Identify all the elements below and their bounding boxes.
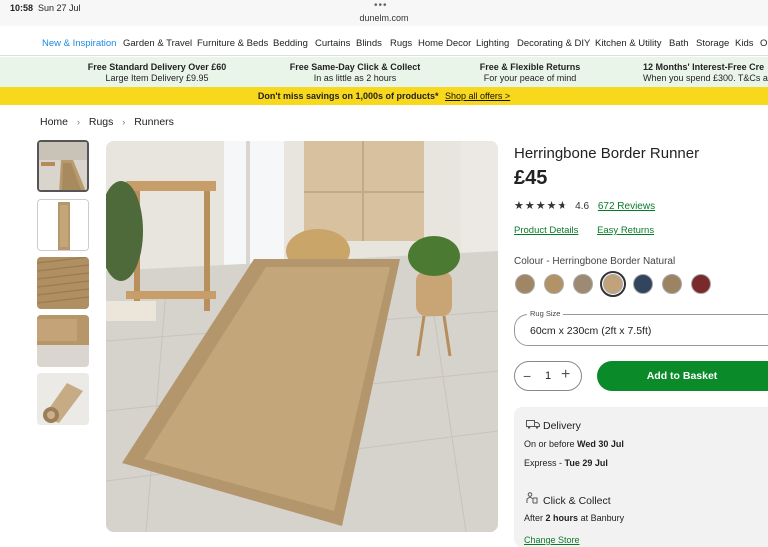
nav-item-storage[interactable]: Storage [696, 38, 729, 49]
nav-item-kitchen[interactable]: Kitchen & Utility [595, 38, 662, 49]
benefit-delivery[interactable]: Free Standard Delivery Over £60 Large It… [82, 62, 232, 84]
colour-swatch[interactable] [691, 274, 711, 294]
benefit-title: Free Same-Day Click & Collect [289, 62, 421, 72]
product-links: Product Details Easy Returns [514, 225, 670, 236]
product-details-link[interactable]: Product Details [514, 225, 578, 236]
minus-icon[interactable]: − [523, 368, 531, 384]
product-title: Herringbone Border Runner [514, 145, 700, 162]
rug-size-label: Rug Size [527, 309, 564, 318]
delivery-express-date: Tue 29 Jul [564, 458, 608, 468]
rug-size-value: 60cm x 230cm (2ft x 7.5ft) [530, 325, 652, 337]
colour-swatch[interactable] [515, 274, 535, 294]
nav-item-garden[interactable]: Garden & Travel [123, 38, 192, 49]
benefit-sub: In as little as 2 hours [313, 73, 397, 83]
nav-item-home-decor[interactable]: Home Decor [418, 38, 471, 49]
delivery-express: Express - Tue 29 Jul [524, 458, 608, 468]
colour-swatch[interactable] [573, 274, 593, 294]
delivery-standard-date: Wed 30 Jul [577, 439, 624, 449]
benefit-title: Free & Flexible Returns [479, 62, 581, 72]
cc-time: 2 hours [545, 513, 579, 523]
thumbnail-texture-image [37, 257, 89, 309]
rug-size-select[interactable]: Rug Size 60cm x 230cm (2ft x 7.5ft) [514, 309, 768, 346]
nav-item-curtains[interactable]: Curtains [315, 38, 350, 49]
benefit-click-collect[interactable]: Free Same-Day Click & Collect In as litt… [285, 62, 425, 84]
thumbnail-rolled[interactable] [37, 373, 89, 425]
nav-item-lighting[interactable]: Lighting [476, 38, 509, 49]
delivery-panel: Delivery On or before Wed 30 Jul Express… [514, 407, 768, 547]
truck-icon [526, 419, 540, 432]
benefit-sub: Large Item Delivery £9.95 [105, 73, 209, 83]
tab-dots[interactable]: ••• [374, 0, 388, 11]
cc-pre: After [524, 513, 544, 523]
quantity-value[interactable]: 1 [545, 370, 551, 382]
star-rating-icon: ★ ★ ★ ★ ★ ★ ★ ★ ★ ★ [514, 200, 569, 212]
thumbnail-corner[interactable] [37, 315, 89, 367]
breadcrumb-separator: › [122, 117, 126, 127]
reviews-link[interactable]: 672 Reviews [598, 201, 655, 212]
store-person-icon [526, 492, 540, 507]
delivery-express-pre: Express - [524, 458, 563, 468]
benefit-returns[interactable]: Free & Flexible Returns For your peace o… [470, 62, 590, 84]
colour-swatch[interactable] [544, 274, 564, 294]
breadcrumb-home[interactable]: Home [40, 116, 68, 128]
thumbnail-runner-image [38, 200, 88, 250]
nav-item-blinds[interactable]: Blinds [356, 38, 382, 49]
delivery-standard: On or before Wed 30 Jul [524, 439, 624, 449]
nav-item-kids[interactable]: Kids [735, 38, 753, 49]
thumbnail-texture[interactable] [37, 257, 89, 309]
category-nav: New & Inspiration Garden & Travel Furnit… [0, 30, 768, 56]
room-scene-image [106, 141, 498, 532]
nav-item-more[interactable]: O [760, 38, 767, 49]
click-collect-info: After 2 hours at Banbury [524, 513, 624, 523]
click-collect-heading: Click & Collect [526, 492, 611, 507]
product-main-image[interactable] [106, 141, 498, 532]
nav-item-rugs[interactable]: Rugs [390, 38, 412, 49]
selected-swatch-ring [600, 271, 626, 297]
easy-returns-link[interactable]: Easy Returns [597, 225, 654, 236]
promo-link[interactable]: Shop all offers > [445, 91, 510, 101]
product-price: £45 [514, 167, 548, 189]
change-store-link[interactable]: Change Store [524, 535, 580, 545]
benefit-sub: For your peace of mind [483, 73, 577, 83]
status-time: 10:58 [10, 3, 34, 13]
breadcrumb-rugs[interactable]: Rugs [89, 116, 114, 128]
promo-banner: Don't miss savings on 1,000s of products… [0, 87, 768, 105]
browser-status-bar: 10:58 Sun 27 Jul ••• dunelm.com [0, 0, 768, 26]
nav-item-bath[interactable]: Bath [669, 38, 689, 49]
benefit-sub: When you spend £300. T&Cs a [643, 73, 768, 83]
quantity-stepper: − 1 + [514, 361, 582, 391]
plus-icon[interactable]: + [561, 366, 570, 384]
click-collect-title: Click & Collect [543, 495, 611, 507]
rating-row: ★ ★ ★ ★ ★ ★ ★ ★ ★ ★ 4.6 672 Reviews [514, 199, 655, 212]
status-date: Sun 27 Jul [38, 3, 81, 13]
thumbnail-corner-image [37, 315, 89, 367]
breadcrumb: Home › Rugs › Runners [40, 116, 180, 128]
rating-score: 4.6 [575, 201, 590, 212]
colour-swatch[interactable] [633, 274, 653, 294]
promo-text: Don't miss savings on 1,000s of products… [257, 91, 439, 101]
address-bar[interactable]: dunelm.com [0, 13, 768, 23]
nav-item-furniture[interactable]: Furniture & Beds [197, 38, 268, 49]
thumbnail-runner[interactable] [37, 199, 89, 251]
thumbnail-room-image [39, 142, 87, 190]
benefits-bar: Free Standard Delivery Over £60 Large It… [0, 57, 768, 87]
benefit-interest-free[interactable]: 12 Months' Interest-Free Cre When you sp… [643, 62, 768, 84]
delivery-standard-pre: On or before [524, 439, 575, 449]
breadcrumb-separator: › [76, 117, 80, 127]
cc-store: at Banbury [580, 513, 625, 523]
colour-swatch[interactable] [662, 274, 682, 294]
thumbnail-room[interactable] [37, 140, 89, 192]
colour-label: Colour - Herringbone Border Natural [514, 256, 676, 267]
nav-item-bedding[interactable]: Bedding [273, 38, 308, 49]
delivery-heading: Delivery [526, 419, 581, 432]
nav-item-decorating[interactable]: Decorating & DIY [517, 38, 590, 49]
nav-item-new[interactable]: New & Inspiration [42, 38, 116, 49]
add-to-basket-button[interactable]: Add to Basket [597, 361, 768, 391]
benefit-title: Free Standard Delivery Over £60 [87, 62, 227, 72]
benefit-title: 12 Months' Interest-Free Cre [643, 62, 765, 72]
thumbnail-rolled-image [37, 373, 89, 425]
delivery-title: Delivery [543, 420, 581, 432]
breadcrumb-runners[interactable]: Runners [134, 116, 174, 128]
